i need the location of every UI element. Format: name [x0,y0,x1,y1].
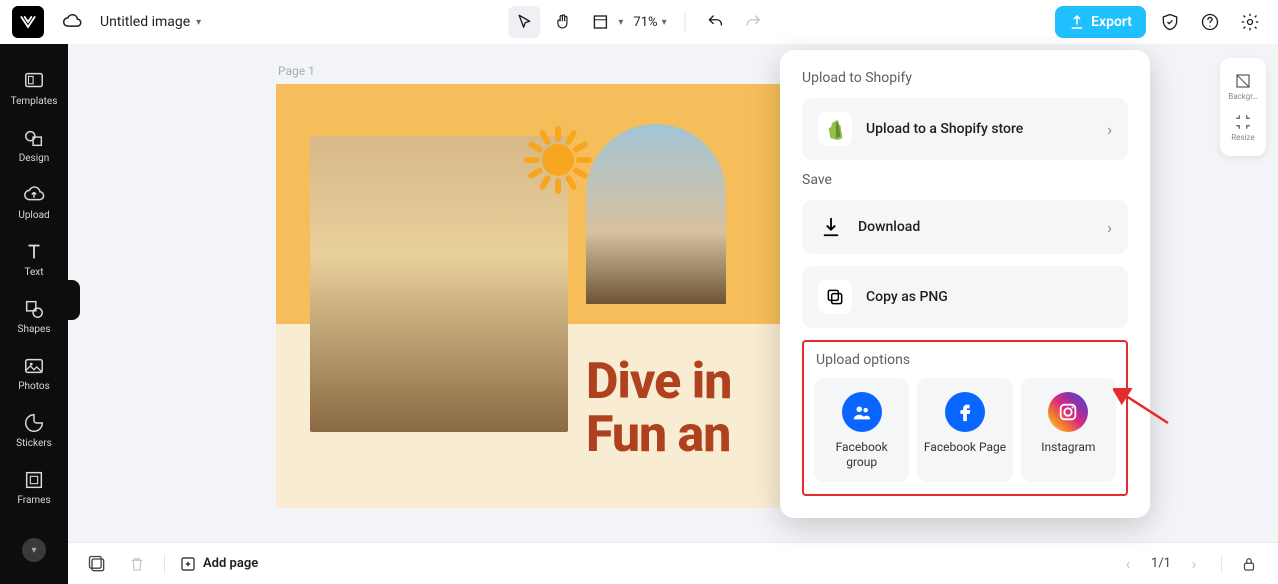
sidebar-item-templates[interactable]: Templates [0,60,68,117]
save-section-title: Save [802,172,1128,188]
redo-button[interactable] [738,6,770,38]
sun-graphic[interactable] [526,128,590,192]
chevron-right-icon: › [1107,120,1112,139]
download-button[interactable]: Download › [802,200,1128,254]
sidebar-item-label: Shapes [18,324,51,335]
background-tool[interactable]: Backgr… [1228,66,1258,107]
left-sidebar: Templates Design Upload Text Shapes Phot… [0,0,68,584]
lock-icon[interactable] [1236,551,1262,577]
facebook-group-icon [842,392,882,432]
page-label: Page 1 [278,64,315,78]
upload-facebook-page[interactable]: Facebook Page [917,378,1012,482]
upload-option-label: Facebook Page [924,440,1006,455]
zoom-value: 71% [633,15,657,30]
right-tool-label: Backgr… [1228,92,1258,101]
next-page-button: › [1181,551,1207,577]
copy-png-button[interactable]: Copy as PNG [802,266,1128,328]
sidebar-item-label: Photos [18,381,50,392]
help-icon[interactable] [1194,6,1226,38]
settings-icon[interactable] [1234,6,1266,38]
resize-tool[interactable]: Resize [1231,107,1254,148]
chevron-right-icon: › [1107,218,1112,237]
layers-icon[interactable] [84,551,110,577]
bottom-bar: Add page ‹ 1/1 › [68,542,1278,584]
photo-running-beach[interactable] [586,124,726,304]
document-title[interactable]: Untitled image ▾ [100,14,201,30]
upload-facebook-group[interactable]: Facebook group [814,378,909,482]
sidebar-item-upload[interactable]: Upload [0,174,68,231]
right-tool-label: Resize [1231,133,1254,142]
shopify-button-label: Upload to a Shopify store [866,121,1093,137]
export-button[interactable]: Export [1055,6,1146,38]
chevron-down-icon: ▾ [31,545,36,556]
chevron-down-icon[interactable]: ▾ [618,17,623,28]
shopify-icon [818,112,852,146]
chevron-down-icon: ▾ [196,17,201,28]
sidebar-item-design[interactable]: Design [0,117,68,174]
sidebar-item-label: Templates [11,96,58,107]
top-bar: Untitled image ▾ ▾ 71% ▾ [0,0,1278,44]
sidebar-more[interactable]: ▾ [0,528,68,572]
shield-icon[interactable] [1154,6,1186,38]
select-tool[interactable] [508,6,540,38]
download-icon [818,214,844,240]
separator [685,12,686,32]
sidebar-item-stickers[interactable]: Stickers [0,402,68,459]
upload-instagram[interactable]: Instagram [1021,378,1116,482]
download-label: Download [858,219,1093,235]
crop-tool[interactable] [584,6,616,38]
sidebar-item-label: Frames [17,495,50,506]
sidebar-item-shapes[interactable]: Shapes [0,288,68,345]
upload-options-highlight: Upload options Facebook group Facebook P… [802,340,1128,496]
upload-options-title: Upload options [814,352,1116,368]
export-panel: Upload to Shopify Upload to a Shopify st… [780,50,1150,518]
app-logo[interactable] [12,6,44,38]
upload-shopify-button[interactable]: Upload to a Shopify store › [802,98,1128,160]
chevron-down-icon: ▾ [662,17,667,28]
export-button-label: Export [1091,14,1132,30]
page-indicator: 1/1 [1151,556,1171,571]
zoom-level[interactable]: 71% ▾ [629,15,670,30]
copy-label: Copy as PNG [866,289,1112,305]
hand-tool[interactable] [546,6,578,38]
headline-line2: Fun an [586,409,731,462]
sidebar-item-label: Upload [18,210,49,221]
shopify-section-title: Upload to Shopify [802,70,1128,86]
cloud-sync-icon[interactable] [56,6,88,38]
add-page-button[interactable]: Add page [179,555,258,573]
document-title-text: Untitled image [100,14,190,30]
headline-text[interactable]: Dive in Fun an [586,356,731,461]
upload-option-label: Facebook group [820,440,903,470]
upload-option-label: Instagram [1041,440,1095,455]
add-page-label: Add page [203,556,258,571]
sidebar-expand-handle[interactable] [68,280,80,320]
sidebar-item-text[interactable]: Text [0,231,68,288]
sidebar-item-label: Design [19,153,50,164]
facebook-icon [945,392,985,432]
instagram-icon [1048,392,1088,432]
headline-line1: Dive in [586,356,731,409]
sidebar-item-label: Text [24,267,43,278]
sidebar-item-photos[interactable]: Photos [0,345,68,402]
prev-page-button: ‹ [1115,551,1141,577]
undo-button[interactable] [700,6,732,38]
right-tools-panel: Backgr… Resize [1220,58,1266,156]
trash-icon [124,551,150,577]
copy-icon [818,280,852,314]
sidebar-item-frames[interactable]: Frames [0,459,68,516]
sidebar-item-label: Stickers [16,438,52,449]
